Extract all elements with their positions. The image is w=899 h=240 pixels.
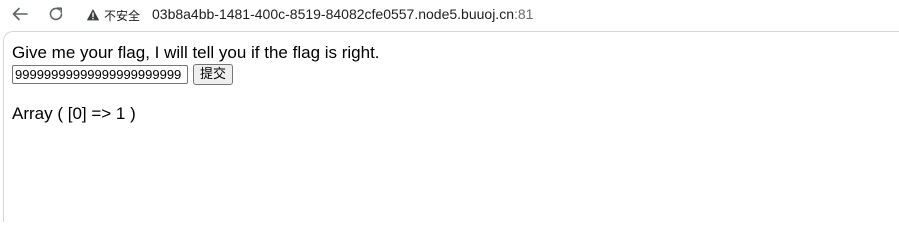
url-text[interactable]: 03b8a4bb-1481-400c-8519-84082cfe0557.nod… [152,6,533,22]
flag-prompt: Give me your flag, I will tell you if th… [12,43,380,62]
browser-toolbar: 不安全 03b8a4bb-1481-400c-8519-84082cfe0557… [0,0,899,30]
arrow-left-icon [12,7,28,21]
warning-icon [86,9,100,21]
security-status-label[interactable]: 不安全 [104,7,140,24]
result-output: Array ( [0] => 1 ) [12,104,136,123]
submit-button[interactable]: 提交 [193,64,234,85]
address-bar[interactable]: 不安全 03b8a4bb-1481-400c-8519-84082cfe0557… [76,0,899,29]
flag-input[interactable] [12,65,188,84]
url-port: :81 [513,6,534,22]
url-host: 03b8a4bb-1481-400c-8519-84082cfe0557.nod… [152,6,514,22]
reload-button[interactable] [45,3,67,25]
reload-icon [49,7,63,21]
back-button[interactable] [9,3,31,25]
